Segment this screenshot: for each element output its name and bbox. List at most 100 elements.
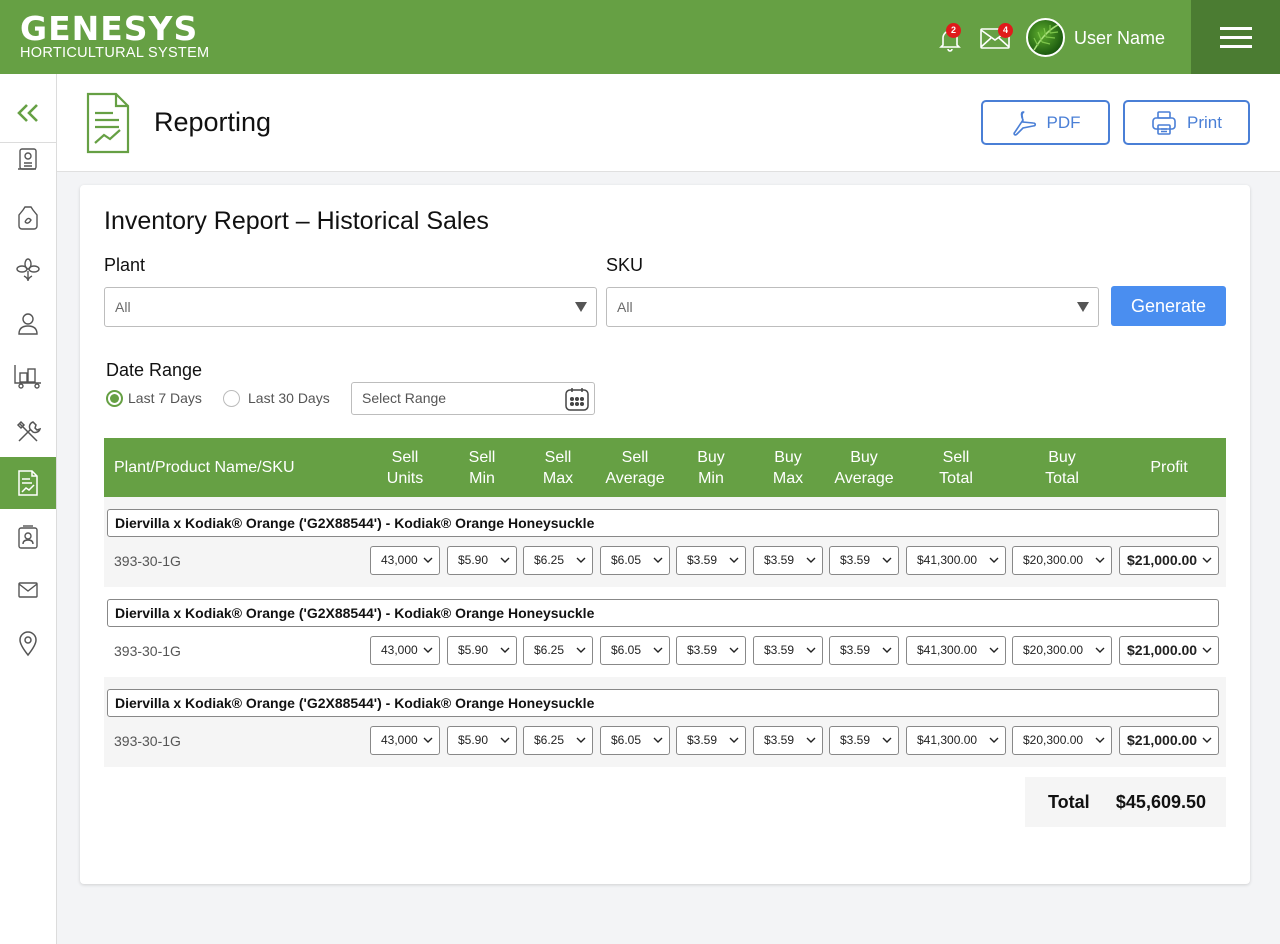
sidebar-item-contacts[interactable] — [0, 511, 56, 563]
cart-icon — [14, 365, 41, 389]
sidebar-item-customers[interactable] — [0, 298, 56, 350]
buy-average-select[interactable]: $3.59 — [829, 726, 899, 755]
sidebar-item-mail[interactable] — [0, 564, 56, 616]
chevron-down-icon — [1202, 557, 1212, 563]
brand-subtitle: HORTICULTURAL SYSTEM — [20, 45, 210, 61]
user-name[interactable]: User Name — [1074, 28, 1165, 49]
notifications-badge: 2 — [946, 23, 961, 38]
chevron-down-icon — [989, 737, 999, 743]
print-button[interactable]: Print — [1123, 100, 1250, 145]
sell-average-select[interactable]: $6.05 — [600, 726, 670, 755]
col-header-buy-average: Buy Average — [834, 448, 894, 487]
chevron-down-icon — [1095, 557, 1105, 563]
col-header-buy-min: Buy Min — [697, 448, 725, 487]
sidebar-item-reporting[interactable] — [0, 457, 56, 509]
top-bar: GENESYS HORTICULTURAL SYSTEM 2 4 User Na… — [0, 0, 1280, 74]
buy-max-select[interactable]: $3.59 — [753, 726, 823, 755]
last-30-days-label: Last 30 Days — [248, 390, 330, 406]
chevron-down-icon — [500, 647, 510, 653]
chevron-down-icon — [576, 557, 586, 563]
date-range-label: Date Range — [106, 360, 203, 380]
col-header-sell-units: Sell Units — [386, 448, 424, 487]
page-header: Reporting PDF Print — [57, 74, 1280, 172]
sidebar-item-orders[interactable] — [0, 134, 56, 186]
chevron-down-icon — [806, 737, 816, 743]
sell-max-select[interactable]: $6.25 — [523, 726, 593, 755]
total-summary: Total $45,609.50 — [1025, 777, 1226, 827]
sidebar-item-bag[interactable] — [0, 192, 56, 244]
buy-max-select[interactable]: $3.59 — [753, 636, 823, 665]
chevron-down-icon — [423, 557, 433, 563]
calendar-icon[interactable] — [564, 386, 590, 412]
sidebar-item-locations[interactable] — [0, 618, 56, 670]
buy-min-select[interactable]: $3.59 — [676, 726, 746, 755]
radio-last-30-days[interactable] — [223, 390, 240, 407]
brand-logo[interactable]: GENESYS HORTICULTURAL SYSTEM — [20, 9, 210, 62]
profit-select[interactable]: $21,000.00 — [1119, 636, 1219, 665]
product-name-field[interactable]: Diervilla x Kodiak® Orange ('G2X88544') … — [107, 689, 1219, 717]
chevron-down-icon — [1202, 647, 1212, 653]
sidebar-item-inventory[interactable] — [0, 350, 56, 402]
sell-average-select[interactable]: $6.05 — [600, 546, 670, 575]
buy-average-select[interactable]: $3.59 — [829, 636, 899, 665]
caret-down-icon — [1077, 302, 1089, 312]
chevron-down-icon — [423, 647, 433, 653]
last-7-days-label: Last 7 Days — [128, 390, 202, 406]
table-row: Diervilla x Kodiak® Orange ('G2X88544') … — [104, 587, 1226, 677]
sidebar-item-tools[interactable] — [0, 406, 56, 458]
sell-units-select[interactable]: 43,000 — [370, 636, 440, 665]
radio-last-7-days[interactable] — [106, 390, 123, 407]
chevron-down-icon — [500, 737, 510, 743]
buy-max-select[interactable]: $3.59 — [753, 546, 823, 575]
sell-total-select[interactable]: $41,300.00 — [906, 726, 1006, 755]
leaf-avatar-icon — [1033, 23, 1061, 51]
sku-select-value: All — [617, 299, 633, 315]
product-name-field[interactable]: Diervilla x Kodiak® Orange ('G2X88544') … — [107, 509, 1219, 537]
sell-average-select[interactable]: $6.05 — [600, 636, 670, 665]
sell-max-select[interactable]: $6.25 — [523, 636, 593, 665]
sell-total-select[interactable]: $41,300.00 — [906, 636, 1006, 665]
chevron-down-icon — [729, 737, 739, 743]
plant-label: Plant — [104, 255, 146, 275]
buy-average-select[interactable]: $3.59 — [829, 546, 899, 575]
buy-total-select[interactable]: $20,300.00 — [1012, 636, 1112, 665]
sku-select[interactable]: All — [606, 287, 1099, 327]
sell-total-select[interactable]: $41,300.00 — [906, 546, 1006, 575]
chevron-down-icon — [729, 647, 739, 653]
product-sku: 393-30-1G — [114, 643, 181, 659]
chevron-down-icon — [500, 557, 510, 563]
pdf-button[interactable]: PDF — [981, 100, 1110, 145]
chevron-down-icon — [806, 647, 816, 653]
buy-min-select[interactable]: $3.59 — [676, 636, 746, 665]
chevron-down-icon — [1202, 737, 1212, 743]
avatar[interactable] — [1026, 18, 1065, 57]
col-header-sell-min: Sell Min — [468, 448, 496, 487]
sell-min-select[interactable]: $5.90 — [447, 546, 517, 575]
date-range-input[interactable]: Select Range — [351, 382, 595, 415]
chevron-down-icon — [882, 737, 892, 743]
hamburger-menu-button[interactable] — [1191, 0, 1280, 74]
sidebar-item-plants[interactable] — [0, 244, 56, 296]
brand-name: GENESYS — [20, 9, 199, 48]
profit-select[interactable]: $21,000.00 — [1119, 546, 1219, 575]
sell-max-select[interactable]: $6.25 — [523, 546, 593, 575]
total-label: Total — [1048, 792, 1090, 812]
chevron-down-icon — [806, 557, 816, 563]
map-pin-icon — [19, 631, 37, 657]
report-icon — [18, 470, 38, 496]
buy-total-select[interactable]: $20,300.00 — [1012, 546, 1112, 575]
plant-select[interactable]: All — [104, 287, 597, 327]
chevron-down-icon — [882, 647, 892, 653]
buy-min-select[interactable]: $3.59 — [676, 546, 746, 575]
envelope-icon — [18, 582, 38, 598]
generate-button[interactable]: Generate — [1111, 286, 1226, 326]
sell-units-select[interactable]: 43,000 — [370, 726, 440, 755]
sell-units-select[interactable]: 43,000 — [370, 546, 440, 575]
product-name-field[interactable]: Diervilla x Kodiak® Orange ('G2X88544') … — [107, 599, 1219, 627]
profit-select[interactable]: $21,000.00 — [1119, 726, 1219, 755]
buy-total-select[interactable]: $20,300.00 — [1012, 726, 1112, 755]
sell-min-select[interactable]: $5.90 — [447, 726, 517, 755]
plant-select-value: All — [115, 299, 131, 315]
sell-min-select[interactable]: $5.90 — [447, 636, 517, 665]
chevron-down-icon — [653, 737, 663, 743]
